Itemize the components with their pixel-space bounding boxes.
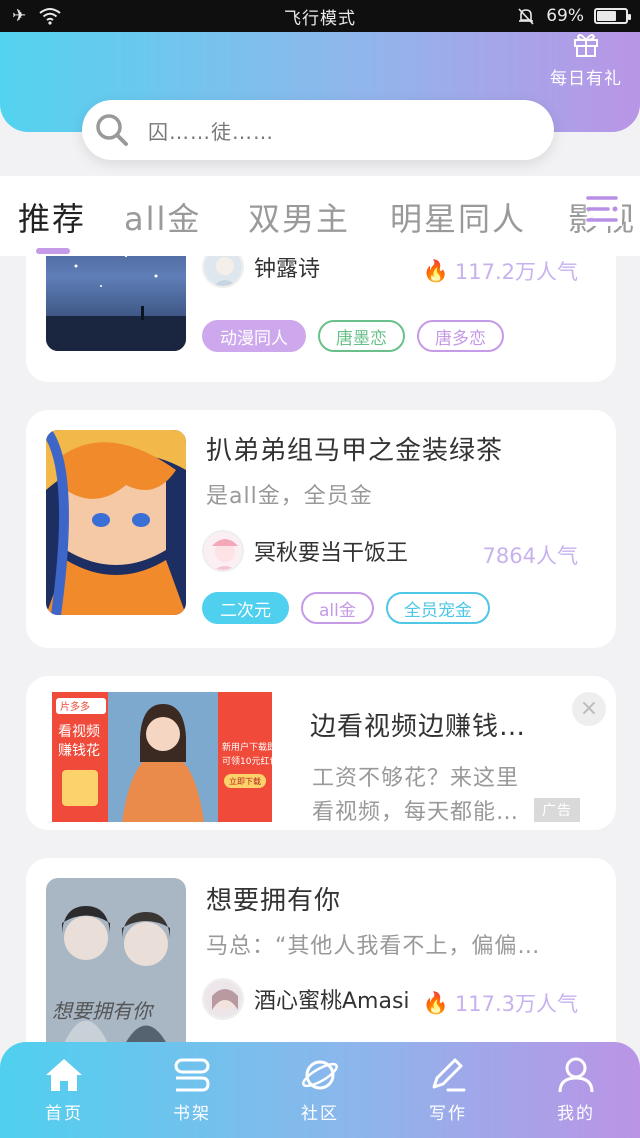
avatar	[202, 256, 244, 288]
ad-image[interactable]: 片多多 看视频 赚钱花 新用户下载即 可领10元红包 立即下载	[52, 692, 272, 822]
pencil-icon	[432, 1058, 466, 1091]
category-tabs: 推荐 all金 双男主 明星同人 影视	[0, 176, 640, 256]
story-cover	[46, 256, 186, 351]
nav-home-label: 首页	[45, 1103, 83, 1124]
tag[interactable]: 全员宠金	[385, 592, 490, 624]
gift-icon	[574, 34, 598, 57]
ad-desc-1: 工资不够花？来这里	[312, 766, 520, 791]
ad-promo-1: 新用户下载即	[222, 741, 272, 753]
tag-list: 动漫同人 唐墨恋 唐多恋	[202, 320, 504, 352]
tag[interactable]: 动漫同人	[202, 320, 306, 352]
bookshelf-icon	[174, 1058, 210, 1091]
daily-gift-button[interactable]: 每日有礼	[550, 30, 622, 89]
battery-percent: 69%	[546, 6, 584, 26]
tab-celebrity[interactable]: 明星同人	[390, 194, 526, 240]
tag[interactable]: all金	[301, 592, 374, 624]
ad-card[interactable]: 片多多 看视频 赚钱花 新用户下载即 可领10元红包 立即下载 边看视频边赚钱……	[26, 676, 616, 830]
tag-list: 二次元 all金 全员宠金	[202, 592, 490, 624]
tag[interactable]: 唐墨恋	[318, 320, 405, 352]
author-row[interactable]: 钟露诗	[202, 256, 320, 288]
nav-bookshelf[interactable]: 书架	[128, 1042, 256, 1138]
author-name: 钟露诗	[254, 257, 321, 282]
nav-profile-label: 我的	[557, 1103, 595, 1124]
menu-icon	[586, 196, 618, 222]
nav-home[interactable]: 首页	[0, 1042, 128, 1138]
author-name: 冥秋要当干饭王	[254, 541, 409, 566]
tab-double-male[interactable]: 双男主	[248, 194, 350, 240]
avatar	[202, 978, 244, 1020]
story-card[interactable]: 扒弟弟组马甲之金装绿茶 是all金，全员金 冥秋要当干饭王 7864人气 二次元…	[26, 410, 616, 648]
story-description: 马总：“其他人我看不上，偏偏…	[206, 934, 541, 959]
story-list[interactable]: 钟露诗 🔥 117.2万人气 动漫同人 唐墨恋 唐多恋 扒弟弟组马甲之金装绿茶 …	[0, 256, 640, 1042]
nav-write[interactable]: 写作	[384, 1042, 512, 1138]
ad-promo-2: 可领10元红包	[222, 755, 272, 767]
nav-community[interactable]: 社区	[256, 1042, 384, 1138]
airplane-icon: ✈	[12, 6, 27, 26]
story-cover: 想要拥有你	[46, 878, 186, 1042]
search-bar[interactable]: 囚……徒……	[82, 100, 554, 160]
nav-bookshelf-label: 书架	[173, 1103, 211, 1124]
bell-muted-icon	[518, 8, 534, 25]
app-screen: ✈ 飞行模式 69% 每日有礼 囚……徒…… 推荐 all金 双男主 明星同人 …	[0, 0, 640, 1138]
active-tab-indicator	[36, 248, 70, 254]
author-row[interactable]: 酒心蜜桃Amasi	[202, 978, 410, 1020]
cover-title: 想要拥有你	[52, 999, 155, 1023]
ad-slogan-1: 看视频	[58, 724, 100, 740]
nav-write-label: 写作	[429, 1103, 467, 1124]
ad-badge: 广告	[534, 798, 580, 822]
nav-community-label: 社区	[301, 1103, 339, 1124]
story-card[interactable]: 想要拥有你 想要拥有你 马总：“其他人我看不上，偏偏… 酒心蜜桃Amasi 🔥 …	[26, 858, 616, 1042]
status-center-text: 飞行模式	[284, 8, 356, 29]
gift-label: 每日有礼	[550, 69, 622, 89]
tab-recommend[interactable]: 推荐	[18, 194, 86, 240]
story-description: 是all金，全员金	[206, 484, 373, 509]
flame-icon: 🔥	[422, 990, 449, 1015]
author-name: 酒心蜜桃Amasi	[254, 989, 410, 1014]
popularity-value: 7864人气	[482, 544, 578, 568]
wifi-icon	[39, 8, 61, 25]
tag[interactable]: 二次元	[202, 592, 289, 624]
popularity-value: 117.3万人气	[454, 992, 578, 1016]
story-card[interactable]: 钟露诗 🔥 117.2万人气 动漫同人 唐墨恋 唐多恋	[26, 256, 616, 382]
tag[interactable]: 唐多恋	[417, 320, 504, 352]
bottom-navigation: 首页 书架 社区 写作 我的	[0, 1042, 640, 1138]
tab-all-jin[interactable]: all金	[124, 194, 201, 240]
ad-title[interactable]: 边看视频边赚钱…	[310, 706, 526, 743]
story-cover	[46, 430, 186, 615]
story-title[interactable]: 想要拥有你	[206, 880, 341, 917]
ad-desc-2: 看视频，每天都能…	[312, 800, 520, 825]
close-icon[interactable]: ×	[572, 692, 606, 726]
planet-icon	[302, 1060, 338, 1089]
user-icon	[558, 1057, 594, 1092]
nav-profile[interactable]: 我的	[512, 1042, 640, 1138]
category-menu-button[interactable]	[582, 192, 622, 226]
home-icon	[46, 1058, 82, 1091]
flame-icon: 🔥	[422, 258, 449, 283]
battery-icon	[594, 8, 631, 24]
popularity: 🔥 117.3万人气	[423, 988, 578, 1018]
search-placeholder: 囚……徒……	[148, 119, 274, 144]
status-bar: ✈ 飞行模式 69%	[0, 0, 640, 32]
popularity: 7864人气	[483, 540, 578, 570]
search-icon	[96, 114, 128, 146]
story-title[interactable]: 扒弟弟组马甲之金装绿茶	[206, 430, 503, 467]
ad-slogan-2: 赚钱花	[58, 743, 100, 759]
popularity-value: 117.2万人气	[454, 260, 578, 284]
ad-brand: 片多多	[60, 700, 90, 713]
author-row[interactable]: 冥秋要当干饭王	[202, 530, 408, 572]
ad-download: 立即下载	[229, 776, 261, 786]
avatar	[202, 530, 244, 572]
popularity: 🔥 117.2万人气	[423, 256, 578, 286]
